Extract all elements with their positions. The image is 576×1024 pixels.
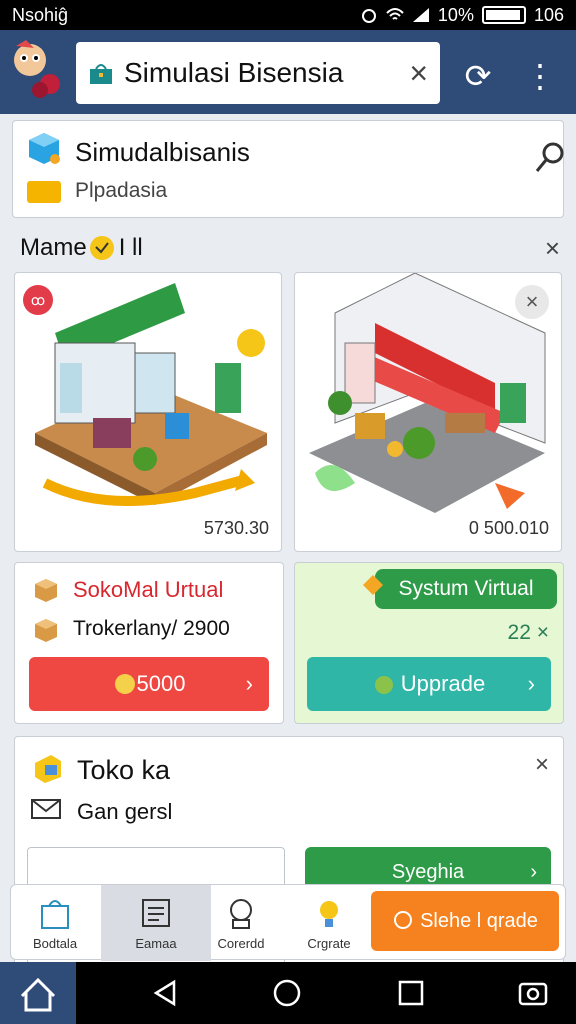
clock: 106 <box>533 4 564 25</box>
store-image-card-2[interactable]: × 0 500.010 <box>294 272 562 552</box>
system-virtual-pill[interactable]: Systum Virtual <box>375 569 557 609</box>
lightbulb-icon <box>320 900 338 927</box>
upgrade-button[interactable]: Upprade › <box>307 657 551 711</box>
section-header: Mame I ll × <box>20 232 560 264</box>
battery-percent: 10% <box>437 4 474 25</box>
clear-search-icon[interactable]: × <box>409 55 428 92</box>
buy-button[interactable]: 5000 › <box>29 657 269 711</box>
recents-icon[interactable] <box>396 978 426 1008</box>
back-icon[interactable] <box>150 978 180 1008</box>
tag-icon <box>363 575 383 595</box>
box-icon <box>35 619 57 642</box>
toko-button-label: Syeghia <box>391 860 465 883</box>
system-pill-label: Systum Virtual <box>398 577 534 600</box>
card-subtitle: Plpadasia <box>75 179 168 202</box>
close-image-button[interactable]: × <box>515 285 549 319</box>
bag-icon <box>41 899 69 929</box>
leaf-icon <box>374 676 393 694</box>
store-title: SokoMal Urtual <box>73 577 224 602</box>
app-logo[interactable] <box>6 38 68 104</box>
image-price: 0 500.010 <box>468 518 549 538</box>
nav-item-bodtala[interactable]: Bodtala <box>11 885 99 961</box>
upgrade-button-label: Upprade <box>400 671 486 696</box>
chevron-right-icon: › <box>527 671 535 696</box>
home-button[interactable] <box>0 962 76 1024</box>
nav-item-crgrate[interactable]: Crgrate <box>285 885 373 961</box>
store-detail: Trokerlany/ 2900 <box>73 617 230 640</box>
simulation-header-card[interactable]: Simudalbisanis Plpadasia <box>12 120 564 218</box>
cash-register-icon <box>35 755 61 783</box>
status-bar: Nsohiĝ 10% 106 <box>0 0 576 30</box>
home-icon <box>20 977 56 1012</box>
section-label: Mame <box>20 234 87 261</box>
search-input[interactable]: Simulasi Bisensia <box>114 57 409 89</box>
buy-button-label: 5000 <box>136 671 186 696</box>
nav-item-eamaa[interactable]: Eamaa <box>101 885 211 961</box>
shopping-bag-icon <box>90 64 112 84</box>
section-suffix: I ll <box>118 234 143 261</box>
image-price: 5730.30 <box>203 518 269 538</box>
box-icon <box>35 579 57 602</box>
virtual-store-card[interactable]: SokoMal Urtual Trokerlany/ 2900 5000 › <box>14 562 284 724</box>
chat-icon <box>394 911 413 929</box>
refresh-icon[interactable]: ⟳ <box>460 58 496 94</box>
carrier-label: Nsohiĝ <box>12 4 69 25</box>
upgrade-cta-label: Slehe l qrade <box>420 909 538 932</box>
screenshot-icon[interactable] <box>516 976 550 1010</box>
home-circle-icon[interactable] <box>272 978 302 1008</box>
system-count: 22 × <box>507 621 549 644</box>
signal-icon <box>412 8 429 22</box>
robot-icon <box>230 898 252 929</box>
close-section-icon[interactable]: × <box>545 233 560 264</box>
nav-item-label: Bodtala <box>32 935 78 951</box>
isometric-store-illustration <box>35 283 267 506</box>
battery-icon <box>481 6 526 24</box>
pin-badge[interactable]: ꝏ <box>23 285 53 315</box>
toko-subtitle: Gan gersl <box>77 799 173 824</box>
nav-item-label: Crgrate <box>307 935 351 951</box>
app-header: Simulasi Bisensia × ⟳ ⋮ <box>0 30 576 114</box>
more-menu-icon[interactable]: ⋮ <box>522 58 558 94</box>
card-title: Simudalbisanis <box>75 137 250 167</box>
wifi-icon <box>386 8 404 20</box>
toko-title: Toko ka <box>77 755 171 785</box>
search-key-icon[interactable] <box>535 139 565 175</box>
cube-icon <box>29 133 60 164</box>
close-card-icon[interactable]: × <box>535 751 549 779</box>
document-icon <box>142 898 170 927</box>
mail-icon <box>31 799 61 819</box>
bottom-navigation: Bodtala Eamaa Corerdd Crgrate Slehe l qr… <box>10 884 566 961</box>
smile-icon <box>89 236 114 260</box>
upgrade-cta-button[interactable]: Slehe l qrade <box>371 891 559 951</box>
search-bar[interactable]: Simulasi Bisensia × <box>76 42 440 104</box>
folder-icon <box>27 181 61 203</box>
alarm-icon <box>361 9 376 23</box>
system-virtual-card[interactable]: Systum Virtual 22 × Upprade › <box>294 562 564 724</box>
system-navigation-bar <box>0 962 576 1024</box>
chevron-right-icon: › <box>530 860 537 883</box>
coin-icon <box>114 674 135 694</box>
chevron-right-icon: › <box>245 671 253 696</box>
nav-item-label: Eamaa <box>135 935 177 951</box>
nav-item-label: Corerdd <box>217 935 265 951</box>
nav-item-corerdd[interactable]: Corerdd <box>197 885 285 961</box>
store-image-card-1[interactable]: ꝏ 5730.30 <box>14 272 282 552</box>
